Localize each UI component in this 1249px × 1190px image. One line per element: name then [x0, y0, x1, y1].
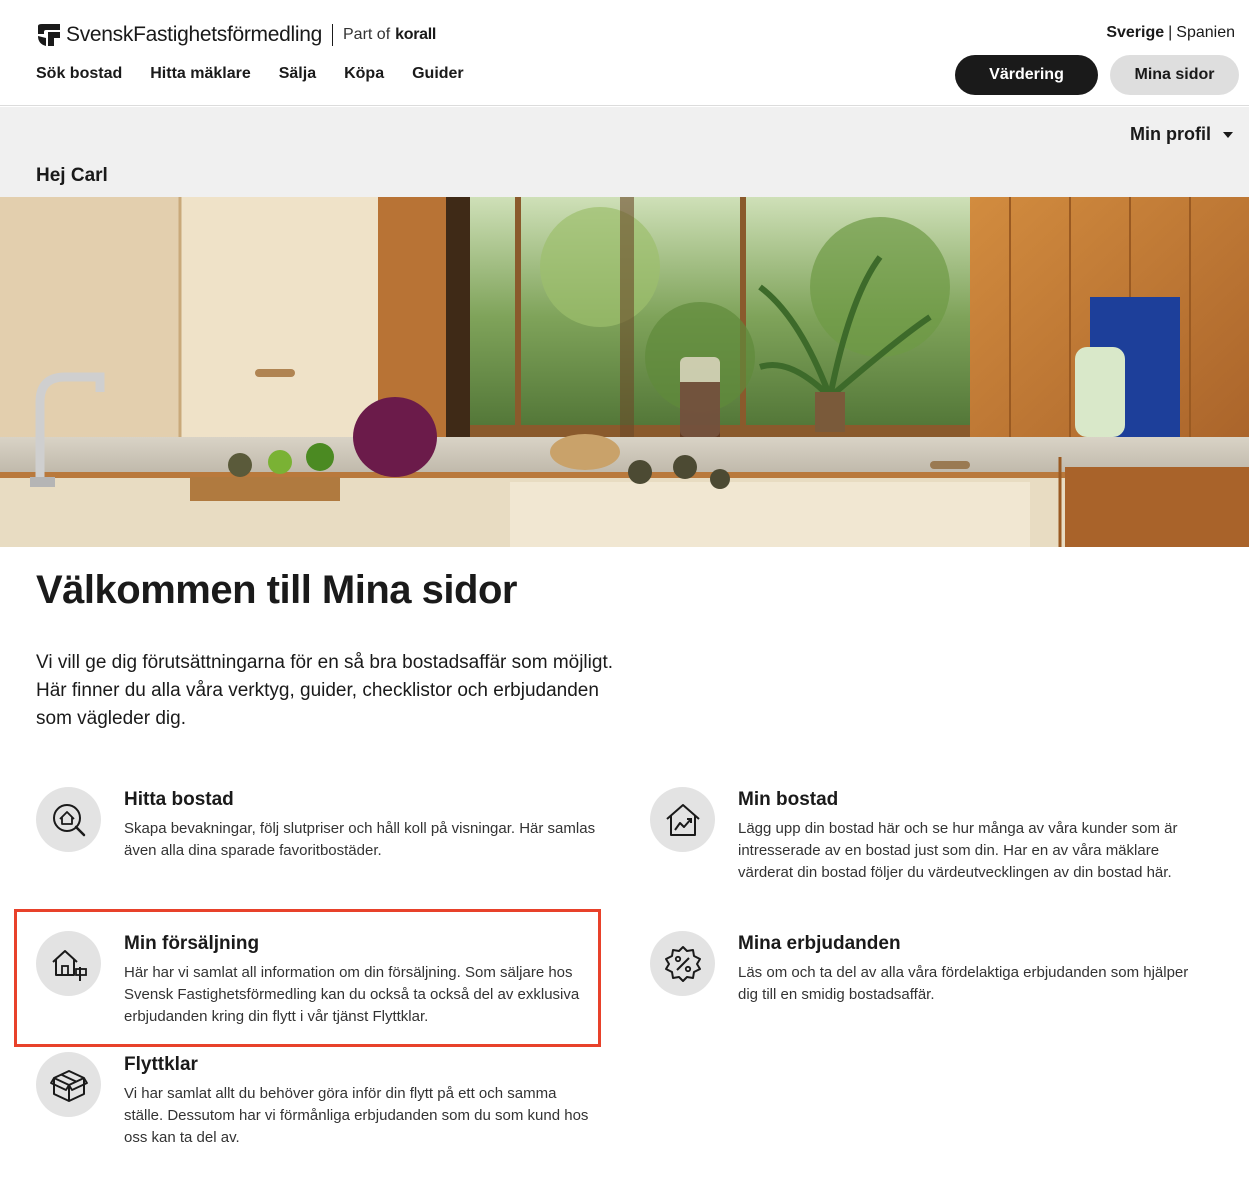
icon-circle [650, 787, 715, 852]
card-title: Hitta bostad [124, 789, 234, 810]
brand-mark-icon [38, 24, 60, 46]
card-title: Mina erbjudanden [738, 933, 901, 954]
card-title: Flyttklar [124, 1054, 198, 1075]
logo-korall: korall [395, 26, 437, 43]
card-description: Vi har samlat allt du behöver göra inför… [124, 1085, 589, 1146]
icon-circle [36, 1052, 101, 1117]
kitchen-illustration [0, 197, 1249, 547]
profile-dropdown-label: Min profil [1130, 124, 1211, 144]
page-title: Välkommen till Mina sidor [36, 568, 517, 612]
nav-salja[interactable]: Sälja [279, 64, 316, 84]
card-flyttklar[interactable]: Flyttklar Vi har samlat allt du behöver … [36, 1052, 596, 1152]
card-description: Skapa bevakningar, följ slutpriser och h… [124, 820, 596, 859]
nav-sok-bostad[interactable]: Sök bostad [36, 64, 122, 84]
profile-bar: Min profil Hej Carl [0, 107, 1249, 197]
box-icon [49, 1069, 88, 1102]
logo-part-of: Part of [343, 26, 391, 43]
percent-badge-icon [664, 945, 701, 982]
nav-guider[interactable]: Guider [412, 64, 464, 84]
valuation-button[interactable]: Värdering [955, 55, 1098, 95]
site-header: SvenskFastighetsförmedling Part of koral… [0, 0, 1249, 106]
nav-kopa[interactable]: Köpa [344, 64, 384, 84]
logo-separator [332, 24, 333, 46]
profile-dropdown[interactable]: Min profil [1130, 124, 1233, 145]
card-description: Lägg upp din bostad här och se hur många… [738, 820, 1178, 881]
card-hitta-bostad[interactable]: Hitta bostad Skapa bevakningar, följ slu… [36, 787, 616, 877]
lang-sverige[interactable]: Sverige [1106, 24, 1164, 42]
logo[interactable]: SvenskFastighetsförmedling Part of koral… [36, 20, 436, 50]
card-mina-erbjudanden[interactable]: Mina erbjudanden Läs om och ta del av al… [650, 931, 1220, 1011]
icon-circle [650, 931, 715, 996]
main-nav: Sök bostad Hitta mäklare Sälja Köpa Guid… [36, 64, 492, 84]
intro-text: Vi vill ge dig förutsättningarna för en … [36, 652, 613, 729]
chevron-down-icon [1223, 131, 1233, 138]
card-title: Min bostad [738, 789, 839, 810]
highlight-box [14, 909, 601, 1047]
lang-spanien[interactable]: Spanien [1176, 24, 1235, 42]
lang-divider: | [1168, 24, 1173, 41]
my-pages-button[interactable]: Mina sidor [1110, 55, 1239, 95]
house-chart-icon [665, 803, 700, 836]
nav-hitta-maklare[interactable]: Hitta mäklare [150, 64, 251, 84]
icon-circle [36, 787, 101, 852]
language-switcher: Sverige | Spanien [1106, 24, 1235, 42]
hero-image [0, 197, 1249, 547]
house-search-icon [52, 803, 85, 836]
logo-text: SvenskFastighetsförmedling [66, 23, 322, 46]
card-min-bostad[interactable]: Min bostad Lägg upp din bostad här och s… [650, 787, 1220, 907]
greeting: Hej Carl [36, 165, 108, 186]
card-description: Läs om och ta del av alla våra fördelakt… [738, 964, 1189, 1003]
